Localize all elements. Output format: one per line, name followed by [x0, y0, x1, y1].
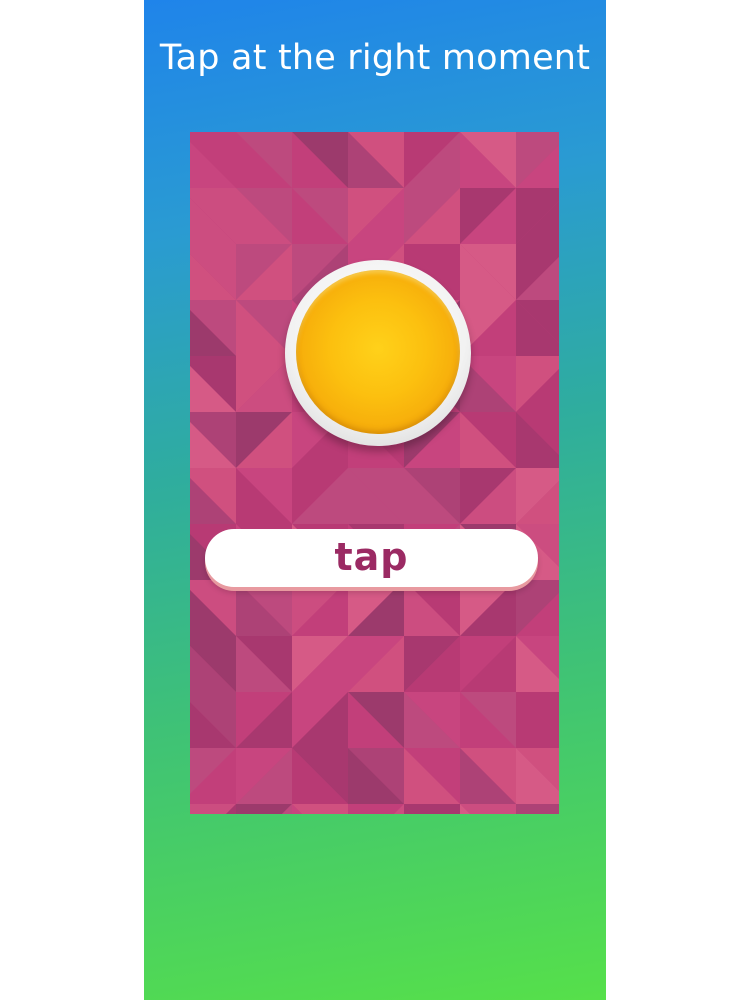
- game-screen: Tap at the right moment tap: [144, 0, 606, 1000]
- headline: Tap at the right moment: [159, 38, 591, 78]
- game-area[interactable]: tap: [190, 132, 559, 814]
- tap-button[interactable]: tap: [205, 529, 538, 587]
- triangle-pattern-background: [190, 132, 559, 814]
- page: Tap at the right moment tap: [0, 0, 750, 1000]
- gold-coin-icon: [296, 270, 460, 434]
- tap-button-label: tap: [334, 535, 409, 579]
- pattern-triangle: [516, 804, 559, 814]
- coin-target: [285, 260, 471, 446]
